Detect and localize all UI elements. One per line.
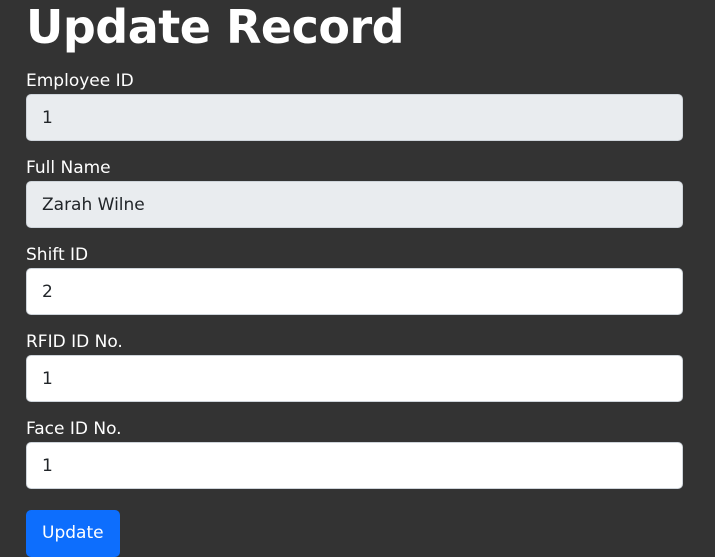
face-id-label: Face ID No. [26,419,122,439]
shift-id-input[interactable] [26,268,683,315]
update-record-form-container: Update Record Employee ID Full Name Shif… [26,0,683,557]
rfid-id-label: RFID ID No. [26,332,123,352]
rfid-id-input[interactable] [26,355,683,402]
update-button[interactable]: Update [26,510,120,557]
employee-id-input[interactable] [26,94,683,141]
face-id-input[interactable] [26,442,683,489]
full-name-input[interactable] [26,181,683,228]
employee-id-label: Employee ID [26,71,134,91]
full-name-label: Full Name [26,158,111,178]
shift-id-label: Shift ID [26,245,89,265]
page-title: Update Record [26,0,405,54]
